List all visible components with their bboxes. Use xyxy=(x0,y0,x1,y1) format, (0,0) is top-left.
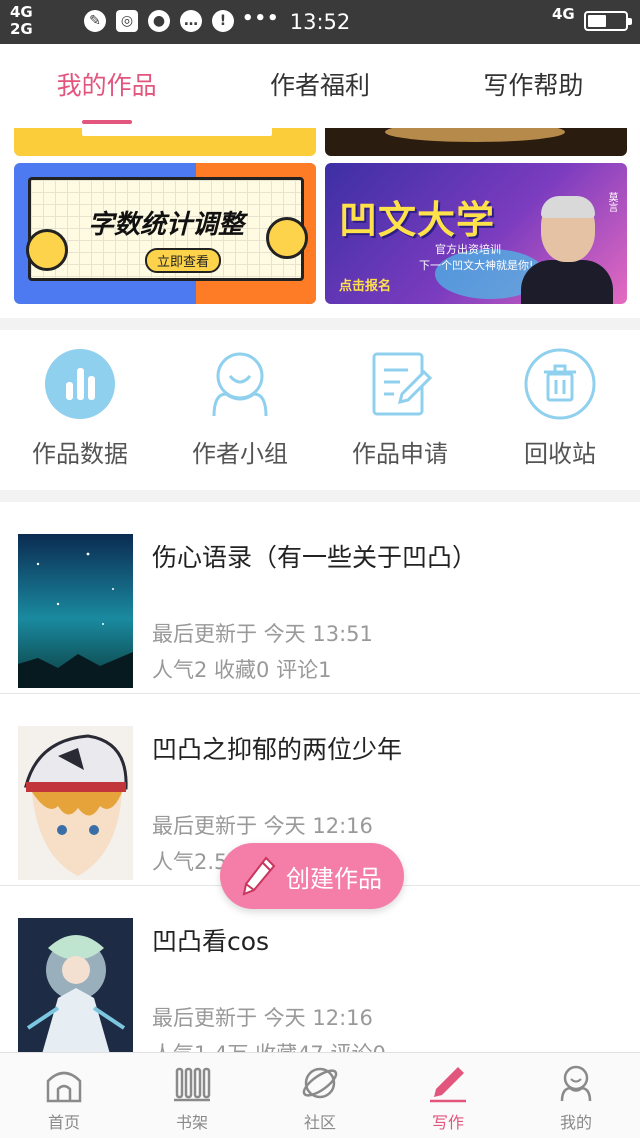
pen-icon xyxy=(426,1061,470,1105)
action-recycle-bin[interactable]: 回收站 xyxy=(480,330,640,490)
tab-label: 作者福利 xyxy=(269,71,370,100)
banner-partial-left[interactable] xyxy=(14,128,316,156)
top-tabs: 我的作品 作者福利 写作帮助 xyxy=(0,44,640,128)
quick-actions: 作品数据 作者小组 作品申请 回收站 xyxy=(0,330,640,490)
nav-bookshelf[interactable]: 书架 xyxy=(128,1053,256,1138)
status-bar: 4G 2G ✎ ◎ ● … ! ••• 13:52 4G xyxy=(0,0,640,44)
banner-card: 字数统计调整 立即查看 xyxy=(28,177,304,281)
nav-community[interactable]: 社区 xyxy=(256,1053,384,1138)
works-list: 伤心语录（有一些关于凹凸） 最后更新于 今天 13:51 人气2 收藏0 评论1… xyxy=(0,502,640,1052)
banner-title: 凹文大学 xyxy=(339,198,496,242)
clock: 13:52 xyxy=(289,10,351,34)
banner-cta: 点击报名 xyxy=(339,279,392,294)
tab-label: 我的作品 xyxy=(56,71,157,100)
bottom-nav: 首页 书架 社区 写作 我的 xyxy=(0,1052,640,1138)
tab-indicator xyxy=(81,120,132,124)
bar-chart-icon xyxy=(44,348,116,420)
nav-label: 书架 xyxy=(175,1113,208,1132)
action-author-group[interactable]: 作者小组 xyxy=(160,330,320,490)
megaphone-icon xyxy=(26,229,68,271)
action-work-data[interactable]: 作品数据 xyxy=(0,330,160,490)
banner-grid: 字数统计调整 立即查看 凹文大学 官方出资培训 下一个凹文大神就是你! 点击报名… xyxy=(0,128,640,318)
nav-label: 首页 xyxy=(47,1113,80,1132)
home-icon xyxy=(42,1061,86,1105)
work-title: 凹凸之抑郁的两位少年 xyxy=(152,735,403,764)
banner-word-count[interactable]: 字数统计调整 立即查看 xyxy=(14,163,316,304)
create-work-label: 创建作品 xyxy=(286,864,382,893)
planet-icon xyxy=(298,1061,342,1105)
nav-home[interactable]: 首页 xyxy=(0,1053,128,1138)
battery-icon xyxy=(584,11,632,31)
work-stats: 人气1.4万 收藏47 评论0 xyxy=(152,1038,386,1052)
portrait-tag: 莫言 xyxy=(606,192,617,212)
section-divider xyxy=(0,318,640,330)
work-cover xyxy=(18,726,133,880)
work-cover xyxy=(18,918,133,1052)
action-label: 作品申请 xyxy=(352,440,448,468)
author-portrait: 莫言 xyxy=(521,192,617,304)
work-updated: 最后更新于 今天 12:16 xyxy=(152,1006,373,1030)
tab-writing-help[interactable]: 写作帮助 xyxy=(427,44,640,128)
nav-label: 社区 xyxy=(303,1113,336,1132)
action-work-application[interactable]: 作品申请 xyxy=(320,330,480,490)
action-label: 作者小组 xyxy=(192,440,288,468)
megaphone-icon xyxy=(266,217,308,259)
nav-write[interactable]: 写作 xyxy=(384,1053,512,1138)
create-work-button[interactable]: 创建作品 xyxy=(220,843,404,909)
network-label-right: 4G xyxy=(552,5,575,23)
section-divider xyxy=(0,490,640,502)
group-person-icon xyxy=(204,348,276,420)
work-updated: 最后更新于 今天 13:51 xyxy=(152,622,373,646)
banner-subtitle: 官方出资培训 xyxy=(435,243,501,256)
work-cover xyxy=(18,534,133,688)
bookshelf-icon xyxy=(170,1061,214,1105)
banner-partial-right[interactable] xyxy=(325,128,627,156)
trash-icon xyxy=(524,348,596,420)
profile-icon xyxy=(554,1061,598,1105)
banner-title: 字数统计调整 xyxy=(87,210,244,240)
nav-label: 写作 xyxy=(431,1113,464,1132)
tab-my-works[interactable]: 我的作品 xyxy=(0,44,213,128)
tab-author-benefits[interactable]: 作者福利 xyxy=(213,44,426,128)
banner-subtitle-2: 下一个凹文大神就是你! xyxy=(419,259,534,272)
work-item[interactable]: 伤心语录（有一些关于凹凸） 最后更新于 今天 13:51 人气2 收藏0 评论1 xyxy=(0,502,640,694)
action-label: 回收站 xyxy=(524,440,596,468)
work-stats: 人气2 收藏0 评论1 xyxy=(152,658,332,682)
work-title: 伤心语录（有一些关于凹凸） xyxy=(152,543,478,572)
nav-profile[interactable]: 我的 xyxy=(512,1053,640,1138)
tab-label: 写作帮助 xyxy=(483,71,584,100)
work-item[interactable]: 凹凸看cos 最后更新于 今天 12:16 人气1.4万 收藏47 评论0 xyxy=(0,886,640,1052)
edit-document-icon xyxy=(364,348,436,420)
action-label: 作品数据 xyxy=(32,440,128,468)
banner-aowen-university[interactable]: 凹文大学 官方出资培训 下一个凹文大神就是你! 点击报名 莫言 xyxy=(325,163,627,304)
work-updated: 最后更新于 今天 12:16 xyxy=(152,814,373,838)
banner-view-button: 立即查看 xyxy=(145,248,222,273)
pencil-icon xyxy=(242,856,276,896)
work-title: 凹凸看cos xyxy=(152,927,270,956)
nav-label: 我的 xyxy=(559,1113,592,1132)
